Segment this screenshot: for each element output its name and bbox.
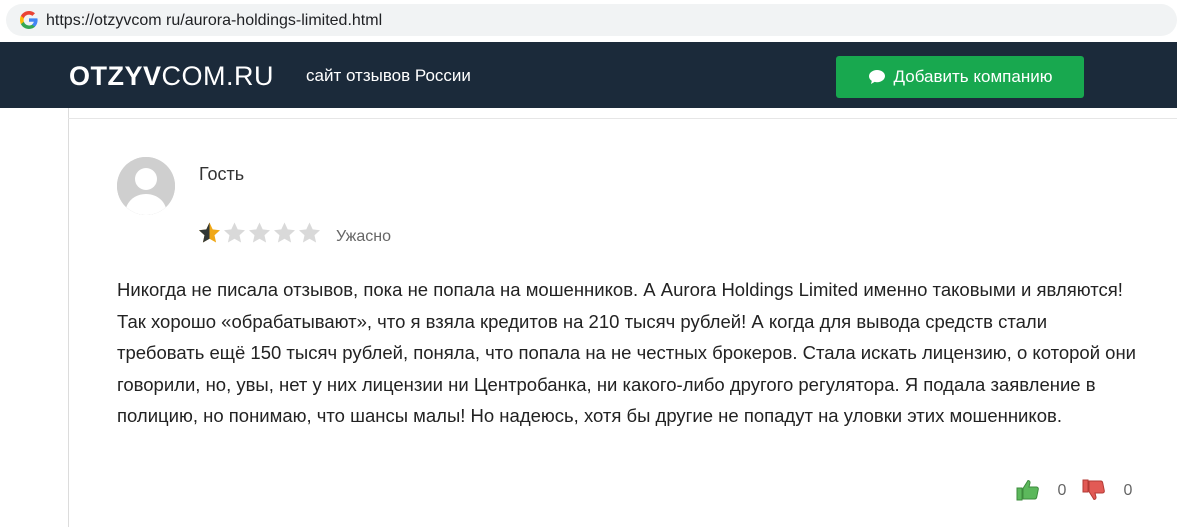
review-author: Гость: [199, 164, 245, 184]
browser-url-bar: https://otzyvcom ru/aurora-holdings-limi…: [0, 0, 1177, 42]
rating-label: Ужасно: [336, 228, 391, 245]
star-empty-icon: [272, 221, 297, 245]
site-header: OTZYVCOM.RU сайт отзывов России Добавить…: [0, 42, 1177, 108]
star-empty-icon: [222, 221, 247, 245]
vote-controls: 0 0: [1016, 479, 1148, 503]
star-filled-icon: [197, 221, 222, 245]
review-text: Никогда не писала отзывов, пока не попал…: [117, 279, 1137, 426]
user-avatar: [117, 157, 175, 215]
google-g-icon: [20, 11, 38, 29]
logo-light-text: COM.RU: [161, 61, 275, 91]
content-top-divider: [68, 118, 1177, 119]
thumbs-up-icon[interactable]: [1016, 479, 1042, 503]
add-company-label: Добавить компанию: [893, 67, 1053, 86]
likes-count: 0: [1057, 482, 1067, 499]
site-tagline: сайт отзывов России: [306, 66, 471, 85]
content-left-border: [68, 108, 69, 527]
chat-bubble-icon: [868, 69, 886, 85]
logo-bold-text: OTZYV: [69, 61, 162, 91]
star-empty-icon: [247, 221, 272, 245]
thumbs-down-icon[interactable]: [1082, 479, 1108, 503]
url-text[interactable]: https://otzyvcom ru/aurora-holdings-limi…: [46, 11, 382, 31]
rating-stars: [197, 221, 322, 245]
dislikes-count: 0: [1123, 482, 1133, 499]
star-empty-icon: [297, 221, 322, 245]
address-field[interactable]: https://otzyvcom ru/aurora-holdings-limi…: [6, 4, 1177, 36]
site-logo[interactable]: OTZYVCOM.RU: [69, 60, 274, 92]
add-company-button[interactable]: Добавить компанию: [836, 56, 1084, 98]
